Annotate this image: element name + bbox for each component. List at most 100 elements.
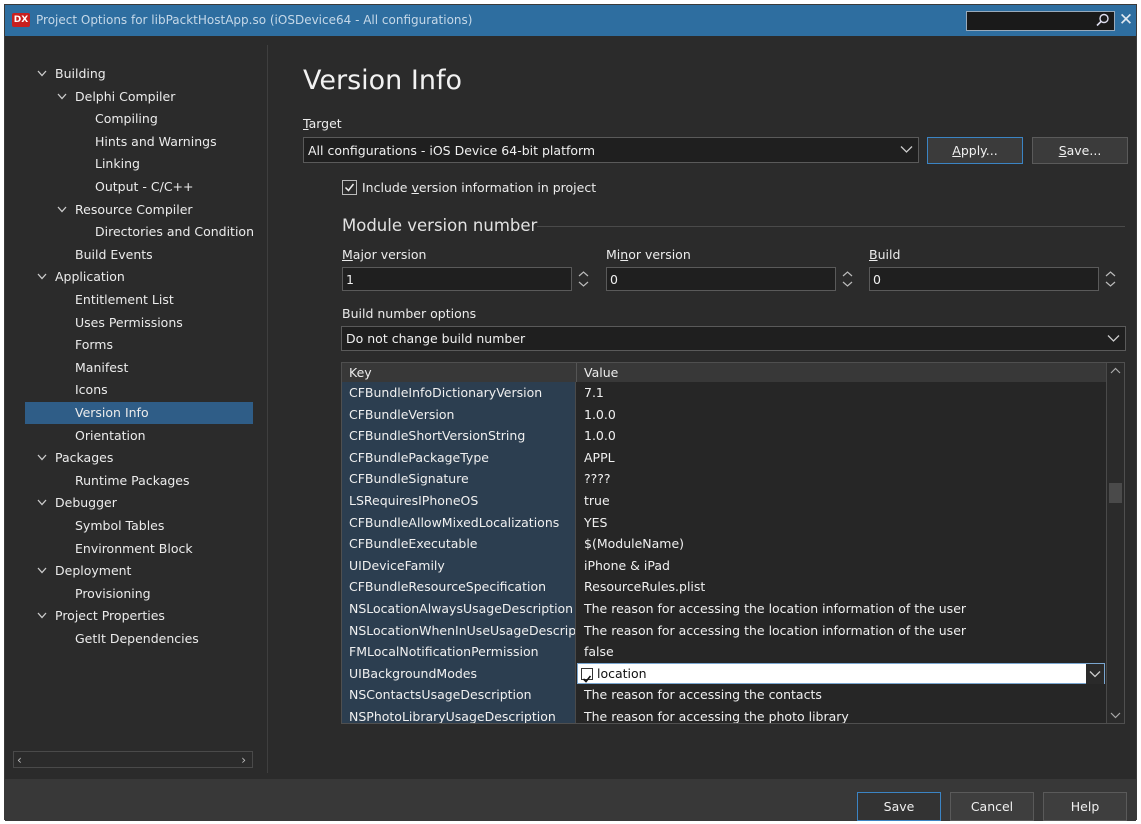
search-input[interactable] (966, 11, 1115, 31)
table-row[interactable]: UIDeviceFamily iPhone & iPad (342, 554, 1107, 577)
save-target-button[interactable]: Save... (1032, 137, 1128, 164)
table-row[interactable]: CFBundleInfoDictionaryVersion 7.1 (342, 382, 1107, 404)
table-row[interactable]: NSPhotoLibraryUsageDescription The reason… (342, 706, 1107, 723)
include-version-checkbox[interactable] (342, 180, 357, 195)
tree-item-icons[interactable]: Icons (75, 379, 108, 401)
scroll-left-icon[interactable]: ‹ (17, 753, 22, 767)
build-number-options-combobox[interactable]: Do not change build number (341, 326, 1126, 351)
key-cell[interactable]: NSLocationWhenInUseUsageDescription (342, 619, 576, 642)
value-cell[interactable]: The reason for accessing the photo libra… (577, 706, 1107, 723)
value-cell[interactable]: true (577, 490, 1107, 512)
value-cell[interactable]: The reason for accessing the contacts (577, 684, 1107, 706)
key-cell[interactable]: CFBundleSignature (342, 468, 576, 490)
tree-item-resource-compiler[interactable]: Resource Compiler (57, 199, 193, 221)
tree-item-uses-permissions[interactable]: Uses Permissions (75, 312, 183, 334)
table-row[interactable]: FMLocalNotificationPermission false (342, 641, 1107, 663)
scroll-up-icon[interactable] (1110, 367, 1121, 375)
chevron-down-icon[interactable] (57, 93, 67, 100)
value-cell[interactable]: ???? (577, 468, 1107, 490)
tree-item-packages[interactable]: Packages (37, 447, 113, 469)
table-row[interactable]: CFBundleSignature???? (342, 468, 1107, 490)
include-version-label[interactable]: Include version information in project (362, 180, 596, 195)
target-combobox[interactable]: All configurations - iOS Device 64-bit p… (303, 137, 919, 163)
column-divider[interactable] (576, 363, 577, 382)
value-cell[interactable]: The reason for accessing the location in… (577, 598, 1107, 620)
key-cell[interactable]: NSContactsUsageDescription (342, 684, 576, 706)
spin-buttons[interactable] (838, 267, 857, 291)
chevron-down-icon[interactable] (37, 499, 47, 506)
column-header-value[interactable]: Value (584, 363, 618, 382)
value-cell[interactable]: false (577, 641, 1107, 663)
key-cell[interactable]: LSRequiresIPhoneOS (342, 490, 576, 512)
grid-vertical-scrollbar[interactable] (1106, 363, 1124, 723)
cancel-button[interactable]: Cancel (950, 792, 1034, 821)
minor-version-input[interactable]: 0 (606, 267, 853, 291)
build-input[interactable]: 0 (869, 267, 1116, 291)
chevron-down-icon[interactable] (37, 567, 47, 574)
scroll-down-icon[interactable] (1110, 711, 1121, 719)
value-editor-dropdown[interactable]: location (577, 662, 1105, 684)
key-cell[interactable]: CFBundleAllowMixedLocalizations (342, 511, 576, 534)
tree-item-build-events[interactable]: Build Events (75, 244, 153, 266)
value-cell[interactable]: YES (577, 512, 1107, 534)
tree-item-version-info[interactable]: Version Info (25, 402, 253, 424)
key-cell[interactable]: CFBundleExecutable (342, 533, 576, 555)
value-cell[interactable]: 1.0.0 (577, 404, 1107, 426)
tree-item-building[interactable]: Building (37, 63, 106, 85)
spin-buttons[interactable] (1101, 267, 1120, 291)
table-row[interactable]: CFBundleResourceSpecification ResourceRul… (342, 576, 1107, 598)
tree-item-environment-block[interactable]: Environment Block (75, 538, 193, 560)
chevron-down-icon[interactable] (37, 273, 47, 280)
scroll-right-icon[interactable]: › (241, 753, 246, 767)
key-cell[interactable]: UIBackgroundModes (342, 662, 576, 685)
search-icon[interactable] (1096, 13, 1110, 27)
tree-item-linking[interactable]: Linking (95, 153, 140, 175)
table-row[interactable]: LSRequiresIPhoneOS true (342, 490, 1107, 512)
chevron-down-icon[interactable] (57, 206, 67, 213)
table-row[interactable]: CFBundleVersion 1.0.0 (342, 403, 1107, 426)
table-row[interactable]: NSContactsUsageDescription The reason for… (342, 684, 1107, 706)
key-cell[interactable]: NSPhotoLibraryUsageDescription (342, 706, 576, 723)
table-row[interactable]: NSLocationAlwaysUsageDescription The reas… (342, 598, 1107, 620)
tree-item-orientation[interactable]: Orientation (75, 425, 146, 447)
tree-item-entitlement-list[interactable]: Entitlement List (75, 289, 174, 311)
column-header-key[interactable]: Key (349, 363, 372, 382)
version-keys-grid[interactable]: Key Value CFBundleInfoDictionaryVersion 7… (341, 362, 1125, 724)
tree-horizontal-scrollbar[interactable]: ‹ › (13, 751, 253, 768)
value-cell[interactable]: The reason for accessing the location in… (577, 620, 1107, 642)
table-row[interactable]: CFBundleShortVersionString 1.0.0 (342, 425, 1107, 447)
key-cell[interactable]: CFBundleResourceSpecification (342, 576, 576, 598)
key-cell[interactable]: CFBundlePackageType (342, 446, 576, 469)
close-icon[interactable]: ✕ (1117, 10, 1135, 30)
tree-item-manifest[interactable]: Manifest (75, 357, 128, 379)
location-checkbox[interactable] (581, 667, 593, 683)
value-cell[interactable]: iPhone & iPad (577, 555, 1107, 577)
table-row[interactable]: CFBundleAllowMixedLocalizations YES (342, 511, 1107, 534)
help-button[interactable]: Help (1043, 792, 1127, 821)
key-cell[interactable]: CFBundleVersion (342, 403, 576, 426)
tree-item-getit-dependencies[interactable]: GetIt Dependencies (75, 628, 199, 650)
tree-item-compiling[interactable]: Compiling (95, 108, 158, 130)
value-cell[interactable]: 7.1 (577, 382, 1107, 404)
value-cell[interactable]: APPL (577, 447, 1107, 469)
tree-item-project-properties[interactable]: Project Properties (37, 605, 165, 627)
table-row[interactable]: CFBundleExecutable $(ModuleName) (342, 533, 1107, 555)
tree-item-provisioning[interactable]: Provisioning (75, 583, 151, 605)
scroll-thumb[interactable] (1109, 483, 1122, 503)
chevron-down-icon[interactable] (37, 454, 47, 461)
spin-buttons[interactable] (574, 267, 593, 291)
table-row[interactable]: NSLocationWhenInUseUsageDescription The r… (342, 619, 1107, 642)
key-cell[interactable]: CFBundleShortVersionString (342, 425, 576, 447)
tree-item-symbol-tables[interactable]: Symbol Tables (75, 515, 164, 537)
tree-item-hints-and-warnings[interactable]: Hints and Warnings (95, 131, 217, 153)
key-cell[interactable]: FMLocalNotificationPermission (342, 641, 576, 663)
key-cell[interactable]: UIDeviceFamily (342, 554, 576, 577)
chevron-down-icon[interactable] (37, 612, 47, 619)
save-button[interactable]: Save (857, 792, 941, 821)
table-row[interactable]: CFBundlePackageType APPL (342, 446, 1107, 469)
major-version-input[interactable]: 1 (342, 267, 589, 291)
tree-item-forms[interactable]: Forms (75, 334, 113, 356)
value-cell[interactable]: 1.0.0 (577, 425, 1107, 447)
tree-item-runtime-packages[interactable]: Runtime Packages (75, 470, 190, 492)
key-cell[interactable]: NSLocationAlwaysUsageDescription (342, 598, 576, 620)
